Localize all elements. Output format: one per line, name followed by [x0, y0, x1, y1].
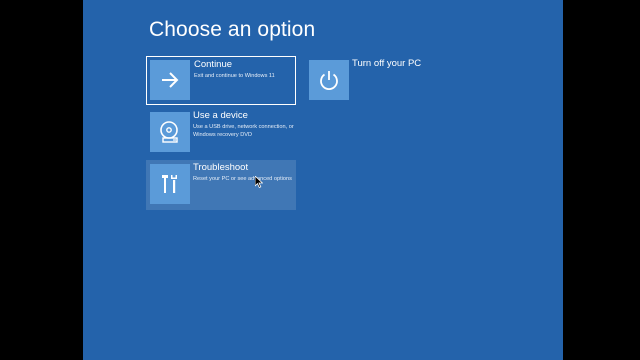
troubleshoot-option[interactable]: Troubleshoot Reset your PC or see advanc…	[146, 160, 296, 210]
mouse-cursor-icon	[255, 176, 263, 188]
option-name: Troubleshoot	[193, 162, 249, 173]
option-name: Continue	[194, 59, 233, 70]
option-description: Exit and continue to Windows 11	[194, 73, 275, 79]
turn-off-option[interactable]: Turn off your PC	[305, 56, 455, 105]
arrow-right-icon	[162, 72, 179, 88]
tools-icon	[162, 175, 177, 193]
turn-off-tile	[309, 60, 349, 100]
use-device-tile	[150, 112, 190, 152]
continue-tile	[150, 60, 190, 100]
use-device-option[interactable]: Use a device Use a USB drive, network co…	[146, 108, 296, 157]
page-title: Choose an option	[149, 18, 316, 41]
disc-drive-icon	[160, 121, 178, 143]
troubleshoot-tile	[150, 164, 190, 204]
option-description: Use a USB drive, network connection, or …	[193, 124, 294, 138]
recovery-screen: Choose an option Continue Exit and conti…	[83, 0, 563, 360]
option-name: Use a device	[193, 110, 248, 121]
option-name: Turn off your PC	[352, 58, 422, 69]
power-icon	[320, 71, 338, 91]
option-description: Reset your PC or see advanced options	[193, 176, 292, 182]
continue-option[interactable]: Continue Exit and continue to Windows 11	[146, 56, 296, 105]
